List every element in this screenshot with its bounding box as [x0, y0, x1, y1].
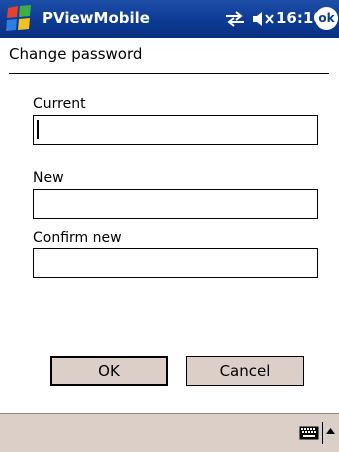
- confirm-password-field[interactable]: [33, 248, 318, 278]
- volume-muted-icon[interactable]: [252, 10, 276, 28]
- sip-divider: [322, 422, 323, 444]
- app-title: PViewMobile: [42, 9, 150, 27]
- new-password-label: New: [33, 170, 64, 186]
- page-title: Change password: [9, 45, 143, 63]
- ok-button[interactable]: OK: [50, 356, 168, 386]
- confirm-password-label: Confirm new: [33, 230, 122, 246]
- title-bar: PViewMobile 16:10 ok: [0, 0, 339, 38]
- start-flag-icon[interactable]: [4, 5, 36, 33]
- heading-divider: [9, 73, 329, 74]
- keyboard-icon[interactable]: [299, 426, 319, 440]
- menu-bar: [0, 413, 339, 452]
- ok-close-button[interactable]: ok: [315, 7, 338, 30]
- cancel-button[interactable]: Cancel: [186, 356, 304, 386]
- new-password-field[interactable]: [33, 189, 318, 219]
- current-password-field[interactable]: [33, 115, 318, 145]
- current-password-label: Current: [33, 96, 86, 112]
- connectivity-icon[interactable]: [224, 11, 246, 27]
- sip-menu-arrow-icon[interactable]: [326, 428, 335, 434]
